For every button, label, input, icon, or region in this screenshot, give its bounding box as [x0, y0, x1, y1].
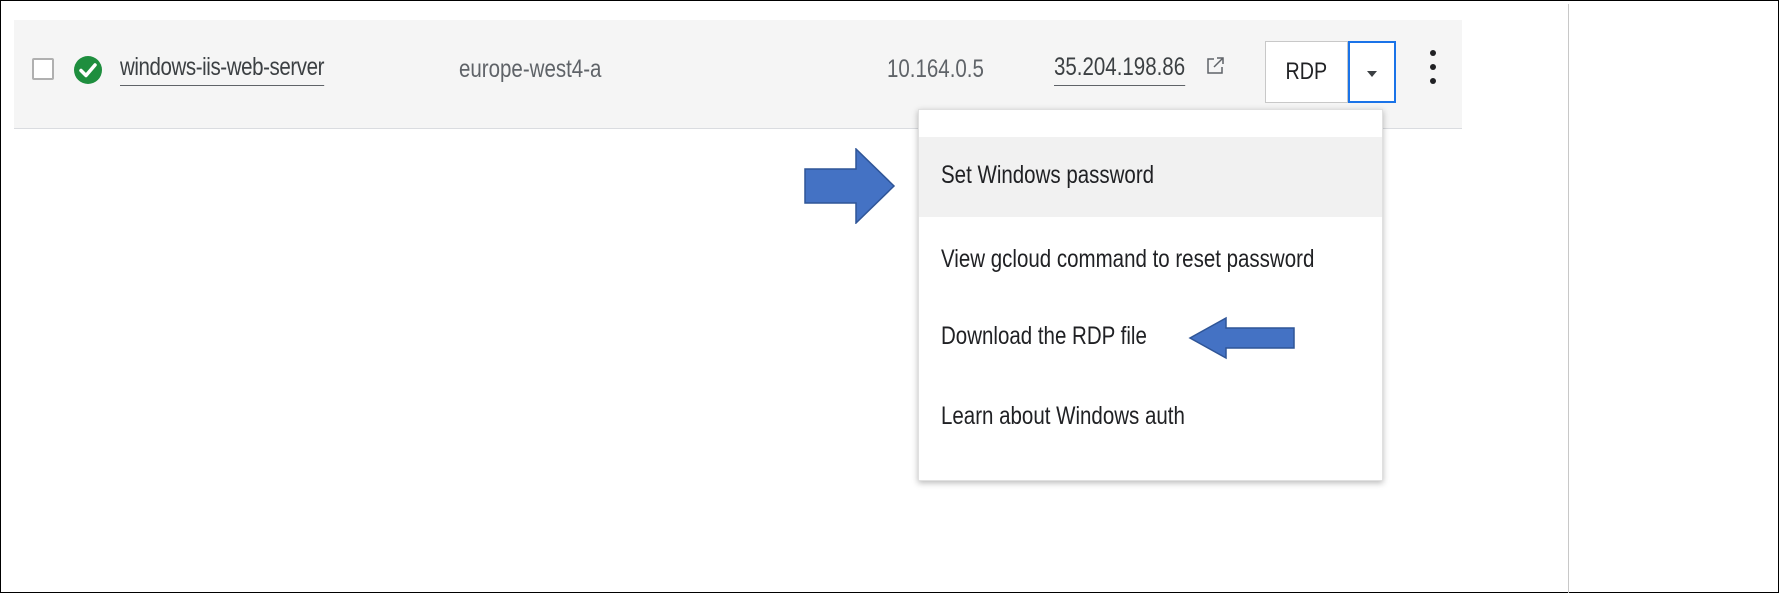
instance-name-link[interactable]: windows-iis-web-server — [120, 53, 324, 86]
row-checkbox[interactable] — [32, 58, 54, 80]
external-link-icon[interactable] — [1205, 56, 1225, 76]
menu-item-label: View gcloud command to reset password — [941, 245, 1315, 273]
internal-ip-value: 10.164.0.5 — [887, 55, 984, 83]
rdp-options-menu: Set Windows password View gcloud command… — [918, 109, 1383, 481]
external-ip-link[interactable]: 35.204.198.86 — [1054, 53, 1186, 86]
menu-item-download-rdp-file[interactable]: Download the RDP file — [919, 298, 1382, 378]
menu-item-label: Download the RDP file — [941, 322, 1147, 350]
zone-value: europe-west4-a — [459, 55, 602, 83]
check-circle-icon — [74, 56, 102, 84]
panel-divider — [1568, 4, 1569, 593]
rdp-dropdown-toggle[interactable] — [1348, 41, 1396, 103]
arrow-left-annotation — [1188, 316, 1295, 360]
caret-down-icon — [1367, 71, 1377, 77]
menu-item-set-windows-password[interactable]: Set Windows password — [919, 137, 1382, 217]
menu-item-learn-windows-auth[interactable]: Learn about Windows auth — [919, 378, 1382, 458]
rdp-button-label: RDP — [1285, 58, 1328, 85]
rdp-connect-button[interactable]: RDP — [1265, 41, 1348, 103]
arrow-right-annotation — [804, 148, 896, 224]
menu-item-label: Set Windows password — [941, 161, 1155, 189]
more-vert-icon[interactable] — [1427, 50, 1439, 94]
menu-item-view-gcloud-command[interactable]: View gcloud command to reset password — [919, 221, 1382, 301]
menu-item-label: Learn about Windows auth — [941, 402, 1185, 430]
